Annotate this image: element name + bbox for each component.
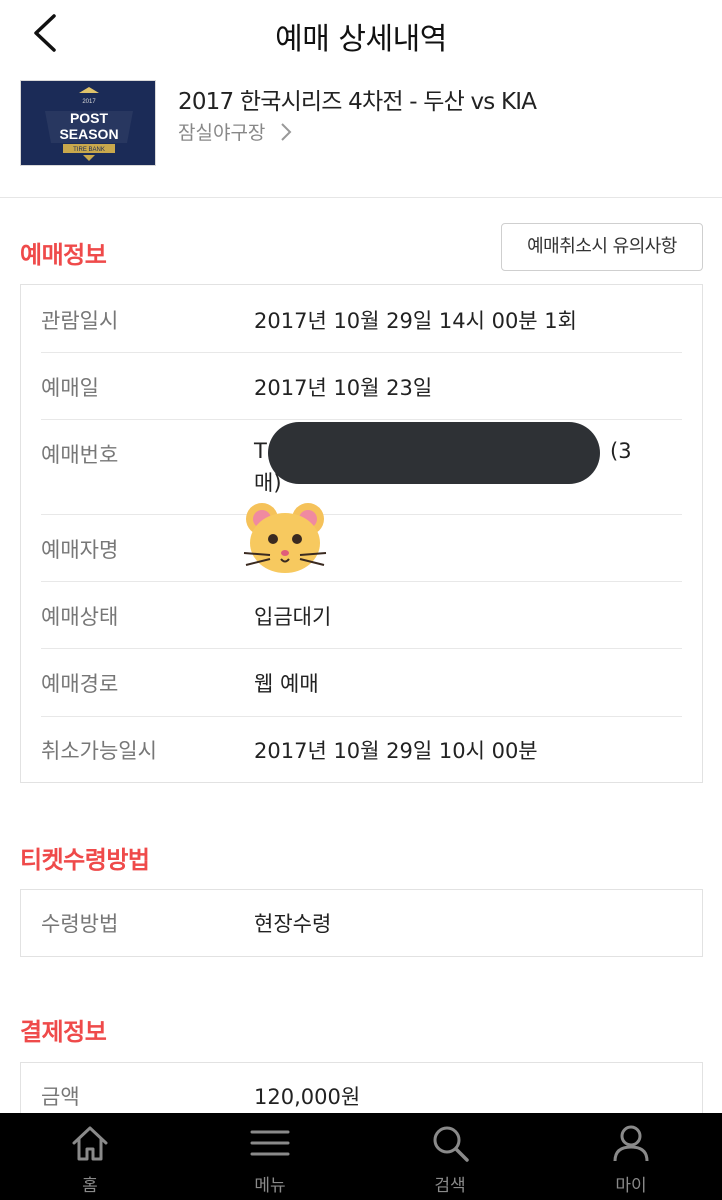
row-label: 예매경로 xyxy=(41,672,119,696)
hamster-sticker-icon xyxy=(243,503,327,573)
reservation-number-prefix: T xyxy=(254,439,267,463)
row-divider xyxy=(41,648,682,649)
row-label: 예매상태 xyxy=(41,605,119,629)
svg-text:POST: POST xyxy=(70,110,109,126)
top-bar: 예매 상세내역 xyxy=(0,0,722,70)
row-value: 현장수령 xyxy=(254,912,332,936)
nav-label: 메뉴 xyxy=(254,1176,286,1196)
svg-text:2017: 2017 xyxy=(82,99,96,105)
section-divider xyxy=(0,197,722,198)
nav-label: 홈 xyxy=(82,1176,98,1196)
row-label: 예매번호 xyxy=(41,443,119,467)
venue-link[interactable]: 잠실야구장 xyxy=(178,118,293,145)
menu-icon xyxy=(250,1130,290,1156)
event-summary: 2017 POST SEASON TIRE BANK 2017 한국시리즈 4차… xyxy=(0,80,722,176)
nav-item-menu[interactable]: 메뉴 xyxy=(210,1113,330,1200)
event-thumbnail: 2017 POST SEASON TIRE BANK xyxy=(20,80,156,166)
row-label: 취소가능일시 xyxy=(41,739,157,763)
payment-section-title: 결제정보 xyxy=(20,1018,107,1046)
home-icon xyxy=(72,1126,108,1161)
row-value: 2017년 10월 23일 xyxy=(254,376,433,400)
page-title: 예매 상세내역 xyxy=(275,22,447,57)
ticket-section-title: 티켓수령방법 xyxy=(20,846,150,874)
row-value: 2017년 10월 29일 10시 00분 xyxy=(254,739,538,763)
row-value: 웹 예매 xyxy=(254,672,319,696)
row-value: 120,000원 xyxy=(254,1085,361,1109)
row-label: 관람일시 xyxy=(41,309,119,333)
row-label: 수령방법 xyxy=(41,912,119,936)
venue-label: 잠실야구장 xyxy=(178,122,266,144)
row-label: 예매자명 xyxy=(41,538,119,562)
bottom-nav: 홈 메뉴 검색 마이 xyxy=(0,1113,722,1200)
search-icon xyxy=(433,1126,469,1162)
nav-label: 검색 xyxy=(434,1176,466,1196)
row-divider xyxy=(41,352,682,353)
svg-text:SEASON: SEASON xyxy=(59,126,118,142)
ticket-info-table: 수령방법 현장수령 xyxy=(20,889,703,957)
cancel-notice-button[interactable]: 예매취소시 유의사항 xyxy=(501,223,703,271)
reservation-info-table: 관람일시 2017년 10월 29일 14시 00분 1회 예매일 2017년 … xyxy=(20,284,703,783)
nav-item-my[interactable]: 마이 xyxy=(571,1113,691,1200)
nav-item-home[interactable]: 홈 xyxy=(30,1113,150,1200)
row-divider xyxy=(41,419,682,420)
reservation-section-title: 예매정보 xyxy=(20,241,107,269)
row-value: 입금대기 xyxy=(254,605,332,629)
svg-text:TIRE BANK: TIRE BANK xyxy=(73,147,105,153)
row-divider xyxy=(41,581,682,582)
reservation-count: (3 xyxy=(610,439,632,463)
row-value: 2017년 10월 29일 14시 00분 1회 xyxy=(254,309,577,333)
user-icon xyxy=(613,1125,649,1162)
row-label: 금액 xyxy=(41,1085,80,1109)
row-divider xyxy=(41,716,682,717)
row-divider xyxy=(41,514,682,515)
event-title: 2017 한국시리즈 4차전 - 두산 vs KIA xyxy=(178,89,537,115)
chevron-right-icon xyxy=(281,122,292,141)
nav-label: 마이 xyxy=(615,1176,647,1196)
nav-item-search[interactable]: 검색 xyxy=(390,1113,510,1200)
redaction-bar xyxy=(268,422,600,484)
row-label: 예매일 xyxy=(41,376,99,400)
